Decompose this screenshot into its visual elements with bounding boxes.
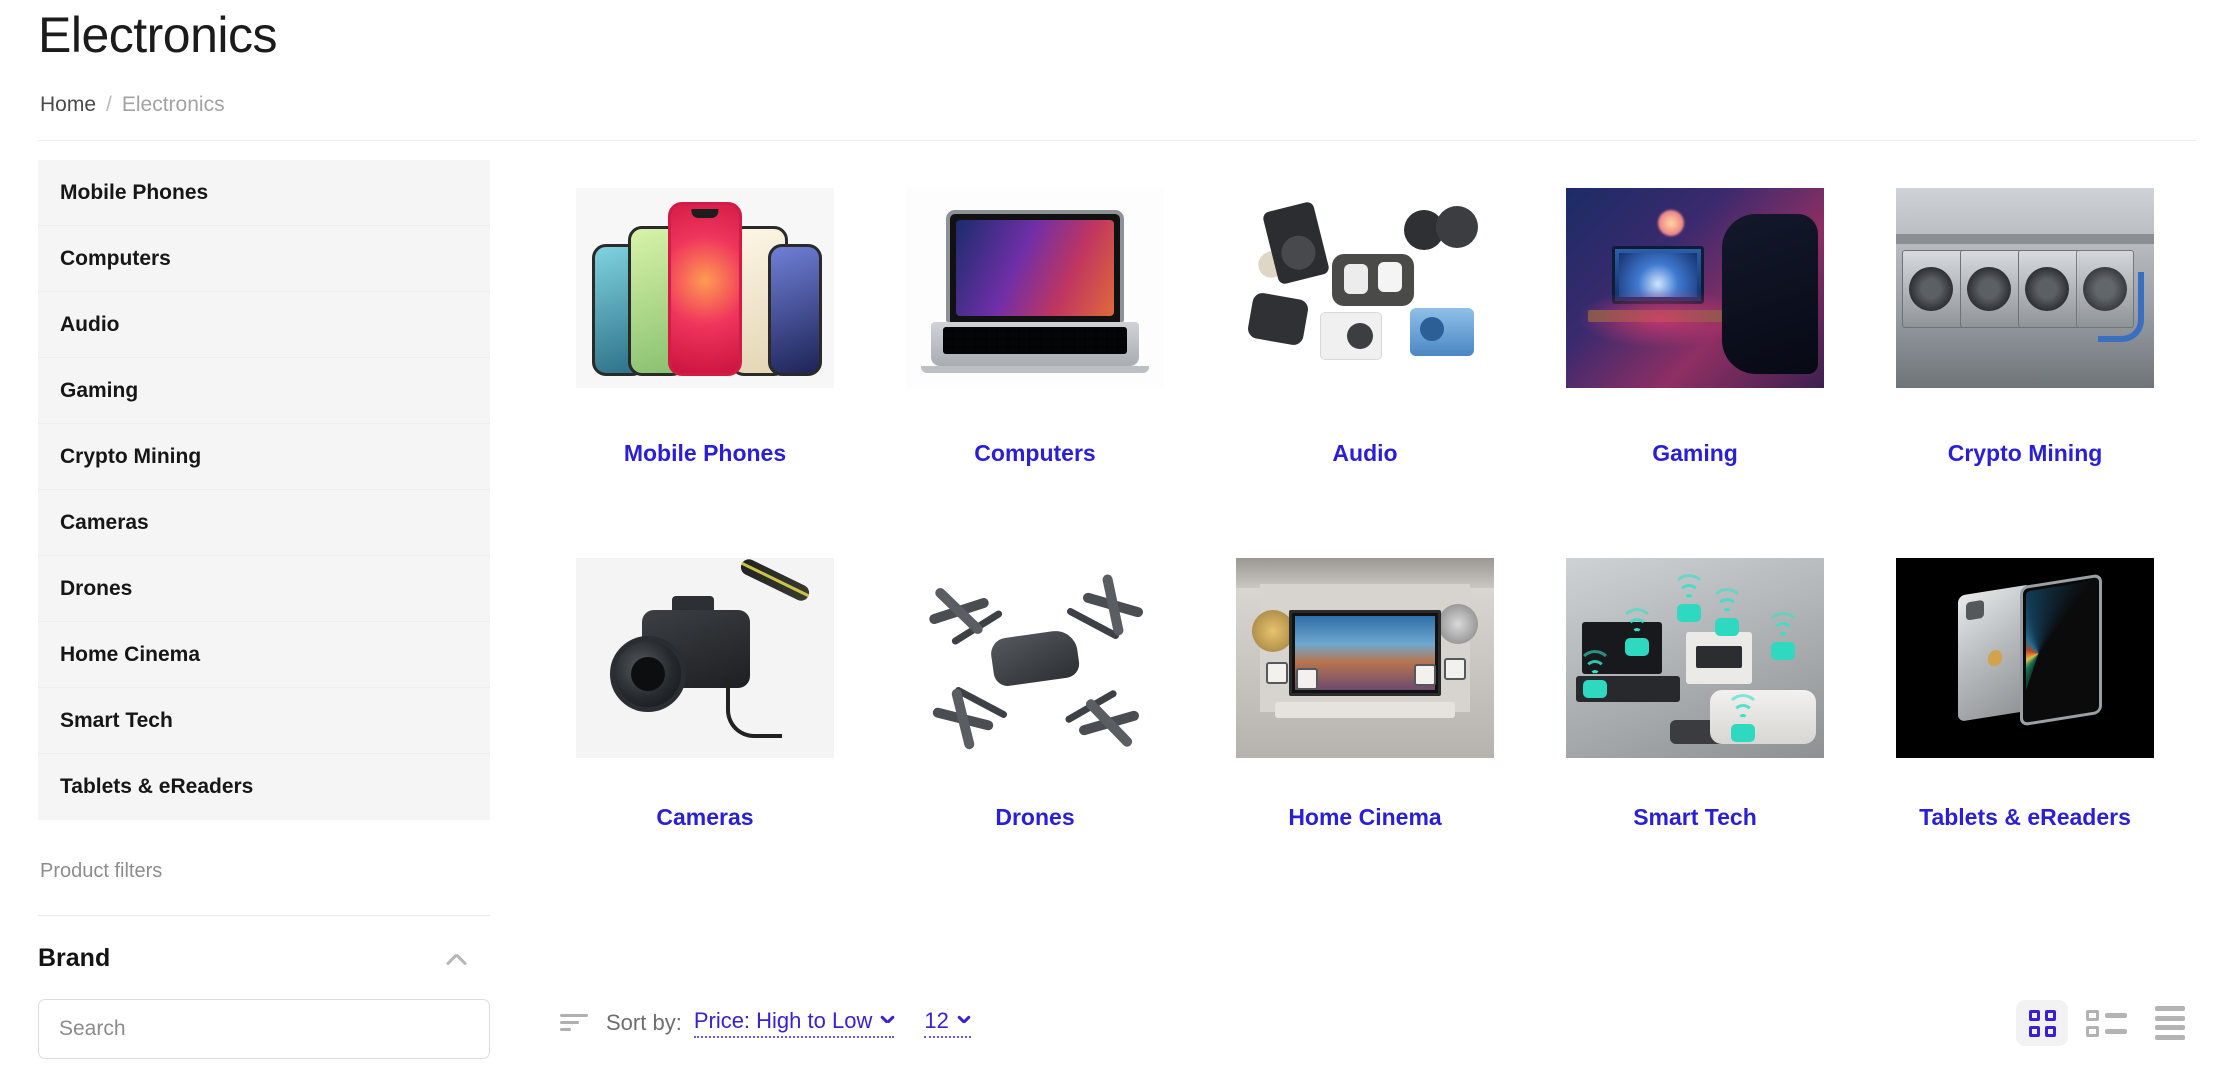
category-page: Electronics Home / Electronics Mobile Ph…: [0, 0, 2224, 1080]
rows-icon: [2155, 1006, 2185, 1040]
sidebar: Mobile Phones Computers Audio Gaming Cry…: [38, 160, 490, 1059]
sort-by-value: Price: High to Low: [693, 1008, 873, 1033]
sidebar-item-drones[interactable]: Drones: [38, 556, 490, 622]
category-tile-cameras[interactable]: Cameras: [540, 540, 870, 832]
sidebar-item-computers[interactable]: Computers: [38, 226, 490, 292]
category-tile-computers[interactable]: Computers: [870, 170, 1200, 468]
chevron-up-icon[interactable]: [446, 952, 468, 965]
breadcrumb-current: Electronics: [121, 93, 225, 116]
view-mode-toggle: [2016, 1000, 2196, 1046]
tile-thumbnail-wrap: [1896, 188, 2154, 388]
tile-label: Smart Tech: [1633, 803, 1757, 830]
category-nav-list: Mobile Phones Computers Audio Gaming Cry…: [38, 160, 490, 820]
compact-view-button[interactable]: [2144, 1000, 2196, 1046]
brand-search-input[interactable]: [38, 999, 490, 1059]
breadcrumb: Home / Electronics: [40, 93, 225, 117]
tile-thumbnail-wrap: [906, 557, 1164, 758]
sidebar-item-smart-tech[interactable]: Smart Tech: [38, 688, 490, 754]
category-tiles-region: Mobile Phones Computers Audio Gaming Cry…: [540, 170, 2190, 831]
sidebar-item-audio[interactable]: Audio: [38, 292, 490, 358]
ipad-pro-photo: [1896, 557, 2154, 758]
product-filters-label: Product filters: [40, 860, 163, 882]
list-thumbnail-icon: [2085, 1009, 2127, 1037]
sidebar-item-cameras[interactable]: Cameras: [38, 490, 490, 556]
tile-thumbnail-wrap: [1896, 557, 2154, 758]
chevron-down-icon: [881, 1017, 894, 1025]
tile-thumbnail-wrap: [1236, 557, 1494, 758]
tile-label: Computers: [974, 440, 1096, 466]
category-tile-crypto-mining[interactable]: Crypto Mining: [1860, 170, 2190, 468]
breadcrumb-home-link[interactable]: Home: [40, 93, 96, 117]
category-grid-row-2: Cameras Drones Home Cinema Smart Tech Ta…: [540, 540, 2190, 832]
category-tile-drones[interactable]: Drones: [870, 540, 1200, 832]
tile-label: Tablets & eReaders: [1919, 803, 2131, 830]
phones-fan-photo: [576, 188, 834, 388]
category-tile-home-cinema[interactable]: Home Cinema: [1200, 540, 1530, 832]
sidebar-item-gaming[interactable]: Gaming: [38, 358, 490, 424]
category-grid-row-1: Mobile Phones Computers Audio Gaming Cry…: [540, 170, 2190, 468]
dslr-camera-photo: [576, 557, 834, 758]
macbook-laptop-photo: [906, 188, 1164, 388]
tile-thumbnail-wrap: [576, 557, 834, 758]
page-size-value: 12: [924, 1008, 949, 1033]
category-tile-audio[interactable]: Audio: [1200, 170, 1530, 468]
tile-thumbnail-wrap: [1566, 188, 1824, 388]
tv-studio-photo: [1236, 557, 1494, 758]
grid-view-button[interactable]: [2016, 1000, 2068, 1046]
neon-gaming-room-photo: [1566, 188, 1824, 388]
filter-group-title: Brand: [38, 944, 111, 972]
chevron-down-icon: [958, 1017, 971, 1025]
tile-thumbnail-wrap: [906, 188, 1164, 388]
category-tile-tablets-ereaders[interactable]: Tablets & eReaders: [1860, 540, 2190, 832]
tile-label: Mobile Phones: [623, 440, 787, 466]
tile-label: Gaming: [1652, 440, 1738, 466]
sidebar-item-tablets-ereaders[interactable]: Tablets & eReaders: [38, 754, 490, 820]
tile-label: Crypto Mining: [1947, 440, 2103, 466]
tile-thumbnail-wrap: [1566, 557, 1824, 758]
category-tile-smart-tech[interactable]: Smart Tech: [1530, 540, 1860, 832]
sort-by-label: Sort by:: [606, 1010, 682, 1035]
tile-label: Audio: [1332, 440, 1398, 466]
smart-home-wifi-photo: [1566, 557, 1824, 758]
sort-by-dropdown[interactable]: Price: High to Low: [693, 1008, 895, 1038]
sidebar-item-home-cinema[interactable]: Home Cinema: [38, 622, 490, 688]
page-size-dropdown[interactable]: 12: [924, 1008, 971, 1038]
filters-divider: [38, 915, 490, 916]
fpv-drone-photo: [906, 557, 1164, 758]
sidebar-item-crypto-mining[interactable]: Crypto Mining: [38, 424, 490, 490]
tile-label: Drones: [995, 803, 1075, 830]
breadcrumb-separator: /: [106, 93, 112, 116]
tile-label: Home Cinema: [1288, 803, 1442, 830]
header-divider: [38, 140, 2196, 141]
category-tile-mobile-phones[interactable]: Mobile Phones: [540, 170, 870, 468]
sort-lines-icon[interactable]: [560, 1013, 588, 1033]
sidebar-item-mobile-phones[interactable]: Mobile Phones: [38, 160, 490, 226]
tile-thumbnail-wrap: [576, 188, 834, 388]
list-view-button[interactable]: [2080, 1000, 2132, 1046]
gpu-mining-rig-photo: [1896, 188, 2154, 388]
category-tile-gaming[interactable]: Gaming: [1530, 170, 1860, 468]
page-title: Electronics: [38, 7, 278, 63]
filter-group-brand-header[interactable]: Brand: [38, 944, 490, 973]
speakers-earbuds-headphones-photo: [1236, 188, 1494, 388]
tile-label: Cameras: [656, 803, 754, 830]
tile-thumbnail-wrap: [1236, 188, 1494, 388]
grid-icon: [2028, 1009, 2056, 1037]
results-toolbar: Sort by: Price: High to Low 12: [560, 1000, 2196, 1046]
